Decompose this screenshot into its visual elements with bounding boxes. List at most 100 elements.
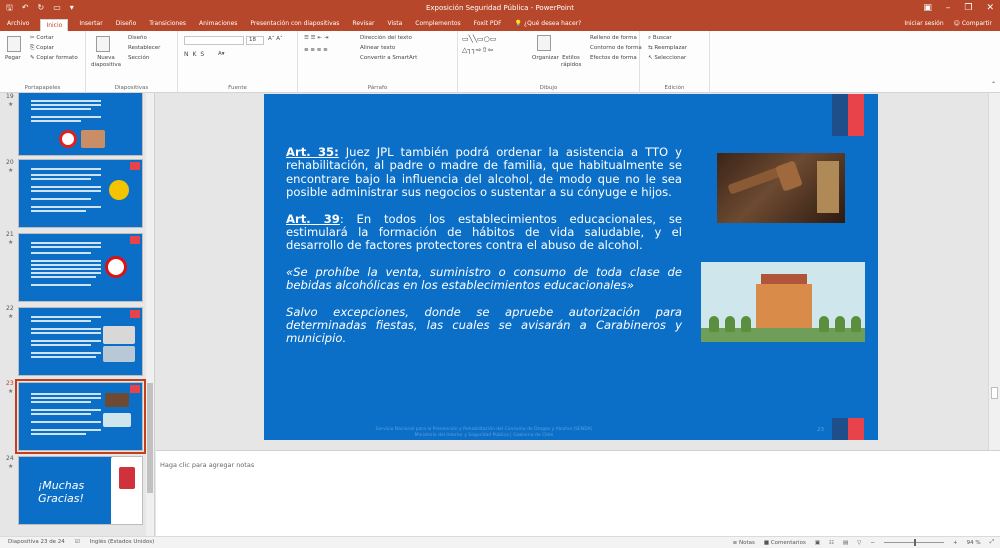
thumbnail-slide-20[interactable] xyxy=(18,159,143,228)
shapes-gallery[interactable]: ▭╲╲▭○▭ xyxy=(462,35,496,43)
cut-button[interactable]: ✂ Cortar xyxy=(30,35,54,41)
tab-complementos[interactable]: Complementos xyxy=(413,17,462,31)
star-icon: ★ xyxy=(8,463,14,470)
font-style-buttons[interactable]: NKS xyxy=(184,51,208,58)
tab-foxit-pdf[interactable]: Foxit PDF xyxy=(472,17,504,31)
collapse-ribbon-icon[interactable]: ⌃ xyxy=(991,81,996,88)
star-icon: ★ xyxy=(8,388,14,395)
red-tag xyxy=(130,236,140,244)
scrollbar-thumb[interactable] xyxy=(991,387,998,399)
cursor-icon: ↖ xyxy=(648,55,653,61)
paste-icon[interactable] xyxy=(7,36,21,52)
gavel-photo[interactable] xyxy=(717,153,845,223)
comment-icon: ■ xyxy=(763,539,770,546)
format-painter-button[interactable]: ✎ Copiar formato xyxy=(30,55,78,61)
minimize-icon[interactable]: – xyxy=(946,2,951,14)
tab-archivo[interactable]: Archivo xyxy=(5,17,31,31)
close-icon[interactable]: ✕ xyxy=(986,2,994,14)
font-color-icon[interactable]: A▾ xyxy=(218,51,225,57)
layout-button[interactable]: Diseño xyxy=(128,35,147,41)
find-button[interactable]: ⌕ Buscar xyxy=(648,35,672,42)
editor-scrollbar[interactable] xyxy=(988,93,1000,450)
font-size-select[interactable]: 18 xyxy=(246,36,264,45)
scissors-icon: ✂ xyxy=(30,35,35,41)
reset-button[interactable]: Restablecer xyxy=(128,45,160,51)
language-indicator[interactable]: Inglés (Estados Unidos) xyxy=(90,539,155,545)
smartart-button[interactable]: Convertir a SmartArt xyxy=(360,55,417,61)
font-family-select[interactable] xyxy=(184,36,244,45)
paragraph-art-35: Art. 35: Juez JPL también podrá ordenar … xyxy=(286,145,682,200)
search-icon: ⌕ xyxy=(648,35,652,41)
thumbnail-slide-22[interactable] xyxy=(18,307,143,376)
no-alcohol-icon xyxy=(59,130,77,148)
text-direction-button[interactable]: Dirección del texto xyxy=(360,35,412,41)
thumbnail-photo xyxy=(81,130,105,148)
tell-me-search[interactable]: 💡 ¿Qué desea hacer? xyxy=(513,17,584,31)
thumbnail-slide-24[interactable]: ¡Muchas Gracias! xyxy=(18,456,143,525)
signin-link[interactable]: Iniciar sesión xyxy=(904,20,943,27)
copy-button[interactable]: ⎘ Copiar xyxy=(30,45,54,52)
thumbnail-slide-19[interactable] xyxy=(18,93,143,156)
tab-animaciones[interactable]: Animaciones xyxy=(197,17,239,31)
normal-view-icon[interactable]: ▣ xyxy=(815,540,820,546)
school-illustration[interactable] xyxy=(701,262,865,342)
section-button[interactable]: Sección xyxy=(128,55,149,61)
thumbnail-slide-21[interactable] xyxy=(18,233,143,302)
new-slide-button[interactable]: Nueva diapositiva xyxy=(90,55,122,69)
notes-pane[interactable]: Haga clic para agregar notas xyxy=(156,450,1000,536)
notes-placeholder[interactable]: Haga clic para agregar notas xyxy=(160,461,254,469)
zoom-out-icon[interactable]: − xyxy=(870,540,875,546)
fit-slide-icon[interactable]: ⤢ xyxy=(990,539,994,546)
comments-toggle[interactable]: ■ Comentarios xyxy=(764,540,806,546)
tab-diseno[interactable]: Diseño xyxy=(114,17,139,31)
current-slide[interactable]: Art. 35: Juez JPL también podrá ordenar … xyxy=(264,94,878,440)
shapes-row2[interactable]: △┐┐⇨⇧⇦ xyxy=(462,46,493,54)
slide-body-text[interactable]: Art. 35: Juez JPL también podrá ordenar … xyxy=(286,145,682,359)
slide-number: 21 xyxy=(6,231,14,238)
tab-vista[interactable]: Vista xyxy=(386,17,405,31)
tab-presentacion[interactable]: Presentación con diapositivas xyxy=(248,17,341,31)
align-text-button[interactable]: Alinear texto xyxy=(360,45,395,51)
arrange-icon[interactable] xyxy=(537,35,551,51)
tab-insertar[interactable]: Insertar xyxy=(77,17,104,31)
quick-styles-button[interactable]: Estilos rápidos xyxy=(561,55,581,69)
replace-button[interactable]: ⇆ Reemplazar xyxy=(648,45,687,51)
bullets-icon[interactable]: ☰ ☰ ⇤ ⇥ xyxy=(304,35,328,41)
align-icons[interactable]: ≡ ≡ ≡ ≡ xyxy=(304,47,328,53)
scrollbar-thumb[interactable] xyxy=(147,383,153,493)
tab-transiciones[interactable]: Transiciones xyxy=(147,17,188,31)
new-slide-icon[interactable] xyxy=(96,36,110,52)
arrange-button[interactable]: Organizar xyxy=(532,55,559,61)
notes-toggle[interactable]: ≡ Notas xyxy=(733,540,755,546)
spellcheck-icon[interactable]: ☑ xyxy=(75,539,80,545)
grow-font-icon[interactable]: A˄ A˅ xyxy=(268,36,283,42)
tab-inicio[interactable]: Inicio xyxy=(40,18,69,32)
shape-fill-button[interactable]: Relleno de forma xyxy=(590,35,637,41)
sorter-view-icon[interactable]: ☷ xyxy=(829,540,834,546)
star-icon: ★ xyxy=(8,239,14,246)
zoom-slider[interactable] xyxy=(884,539,944,546)
zoom-level[interactable]: 94 % xyxy=(967,540,981,546)
tab-revisar[interactable]: Revisar xyxy=(350,17,376,31)
shape-outline-button[interactable]: Contorno de forma xyxy=(590,45,642,51)
slide-number: 19 xyxy=(6,93,14,100)
ribbon-display-icon[interactable]: ▣ xyxy=(923,2,932,14)
paragraph-group: ☰ ☰ ⇤ ⇥ Dirección del texto Alinear text… xyxy=(298,31,458,93)
zoom-in-icon[interactable]: + xyxy=(953,540,958,546)
reading-view-icon[interactable]: ▤ xyxy=(843,540,848,546)
select-button[interactable]: ↖ Seleccionar xyxy=(648,55,686,61)
lightbulb-icon: 💡 xyxy=(514,20,523,27)
slideshow-icon[interactable]: ▽ xyxy=(857,540,861,546)
decor-top-block xyxy=(832,94,864,136)
editing-group: ⌕ Buscar ⇆ Reemplazar ↖ Seleccionar Edic… xyxy=(640,31,710,93)
thumbnail-slide-23[interactable] xyxy=(15,379,146,454)
shape-effects-button[interactable]: Efectos de forma xyxy=(590,55,637,61)
thumbnail-scrollbar[interactable] xyxy=(146,93,154,536)
restore-icon[interactable]: ❐ xyxy=(964,2,972,14)
zoom-knob[interactable] xyxy=(914,539,916,546)
red-tag xyxy=(130,385,140,393)
powerpoint-window: 🖫 ↶ ↻ ▭ ▾ Exposición Seguridad Pública -… xyxy=(0,0,1000,548)
share-button[interactable]: ☺ Compartir xyxy=(954,20,992,27)
paste-button[interactable]: Pegar xyxy=(5,55,21,61)
age-18-icon xyxy=(105,256,127,278)
